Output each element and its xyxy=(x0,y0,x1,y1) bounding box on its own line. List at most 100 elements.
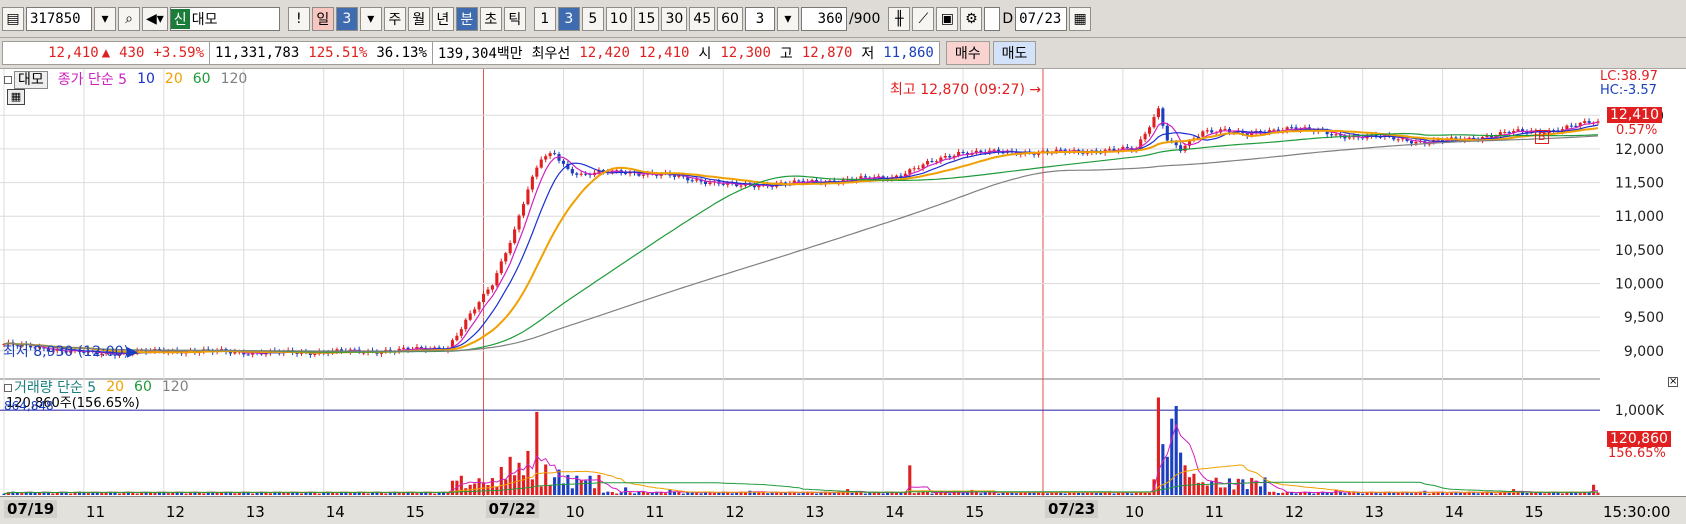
calendar-icon[interactable]: ▦ xyxy=(1069,6,1092,31)
interval-60-button[interactable]: 60 xyxy=(717,6,743,31)
period-year-button[interactable]: 년 xyxy=(431,6,454,31)
low-marker-label: 최저 8,930 (12:00)▶ xyxy=(3,344,138,360)
period-second-button[interactable]: 초 xyxy=(479,6,502,31)
volume-bar xyxy=(220,492,224,495)
period-dropdown-icon[interactable]: ▾ xyxy=(359,6,382,31)
candle xyxy=(499,261,503,274)
volume-bar xyxy=(415,493,419,495)
interval-1-button[interactable]: 1 xyxy=(533,6,556,31)
candle xyxy=(1272,129,1276,131)
candle-tool-icon[interactable]: ╫ xyxy=(888,6,911,31)
chart-svg[interactable]: 9,000 9,500 10,000 10,500 11,000 11,500 12,000… xyxy=(0,69,1686,496)
volume-bar xyxy=(202,493,206,495)
volume-panel-toggle-icon[interactable] xyxy=(4,384,12,392)
chart-area[interactable]: 9,000 9,500 10,000 10,500 11,000 11,500 12,000… xyxy=(0,69,1686,524)
volume-bar xyxy=(1143,492,1147,495)
stock-code-input[interactable]: 317850 xyxy=(26,6,92,31)
search-icon[interactable]: ⌕ xyxy=(118,6,140,31)
panel-toggle-icon[interactable] xyxy=(4,76,12,84)
volume-bar xyxy=(632,493,637,495)
hc-value: HC:-3.57 xyxy=(1600,83,1657,98)
candle xyxy=(570,168,574,174)
code-dropdown-icon[interactable]: ▾ xyxy=(94,6,116,31)
volume-bar xyxy=(548,485,552,495)
volume-bar xyxy=(797,493,801,495)
candle xyxy=(1587,121,1591,123)
volume-bar xyxy=(86,493,90,495)
current-volume-flag: 120,860 xyxy=(1607,431,1671,447)
x-tick-label: 12 xyxy=(725,503,745,521)
volume-bar xyxy=(82,492,86,495)
volume-bar xyxy=(1241,479,1245,495)
interval-5-button[interactable]: 5 xyxy=(581,6,604,31)
period-tick-button[interactable]: 틱 xyxy=(503,6,526,31)
volume-bar xyxy=(153,493,157,495)
save-icon[interactable]: ▣ xyxy=(936,6,959,31)
period-week-button[interactable]: 주 xyxy=(383,6,406,31)
interval-select[interactable]: 3 xyxy=(744,6,775,31)
open-price: 12,300 xyxy=(720,45,771,61)
sell-button[interactable]: 매도 xyxy=(992,41,1037,65)
stock-name-field[interactable]: 신 대모 xyxy=(169,6,280,31)
volume-bar xyxy=(1312,493,1316,495)
date-checkbox[interactable] xyxy=(984,6,1001,31)
candle xyxy=(402,347,406,349)
ma10-legend[interactable]: 10 xyxy=(137,71,155,87)
gear-icon[interactable]: ⚙ xyxy=(960,6,983,31)
volume-bar xyxy=(1232,489,1236,495)
detail-box: 139,304백만 최우선 12,420 12,410 시 12,300 고 1… xyxy=(432,41,940,65)
interval-15-button[interactable]: 15 xyxy=(633,6,660,31)
interval-10-button[interactable]: 10 xyxy=(605,6,632,31)
volume-bar xyxy=(628,492,632,495)
interval-3-button[interactable]: 3 xyxy=(557,6,580,31)
candle xyxy=(313,353,317,355)
alert-button[interactable]: ! xyxy=(287,6,310,31)
ma20-legend[interactable]: 20 xyxy=(165,71,183,87)
x-tick-label: 12 xyxy=(1284,503,1304,521)
volume-bar xyxy=(1028,492,1032,495)
close-panel-icon[interactable]: × xyxy=(1668,377,1678,387)
candle xyxy=(473,309,477,314)
volume-bar xyxy=(606,491,610,495)
date-input[interactable]: 07/23 xyxy=(1015,6,1068,31)
layout-icon[interactable]: ▤ xyxy=(2,6,24,31)
price-box: 12,410 ▲ 430 +3.59% xyxy=(2,41,210,65)
volume-bar xyxy=(1183,465,1187,495)
interval-30-button[interactable]: 30 xyxy=(661,6,688,31)
open-label: 시 xyxy=(698,46,712,62)
volume-bar xyxy=(1276,492,1280,495)
period-day-count[interactable]: 3 xyxy=(335,6,358,31)
period-month-button[interactable]: 월 xyxy=(407,6,430,31)
volume-bar xyxy=(1130,493,1134,495)
candle xyxy=(579,173,583,175)
date-checkbox-label: D xyxy=(1002,10,1014,27)
grid-icon[interactable]: ▦ xyxy=(7,89,25,105)
volume-bar xyxy=(1281,492,1285,495)
volume-bar xyxy=(1458,492,1462,495)
buy-button[interactable]: 매수 xyxy=(945,41,990,65)
volume-bar xyxy=(1259,486,1263,495)
ma60-legend[interactable]: 60 xyxy=(193,71,211,87)
volume-bar xyxy=(610,492,614,495)
draw-line-icon[interactable]: ⟋ xyxy=(912,6,935,31)
buy-signal-marker[interactable]: B xyxy=(1535,130,1549,144)
volume-bar xyxy=(402,493,406,495)
ma5-legend[interactable]: 종가 단순 5 xyxy=(58,69,127,89)
ma60-line xyxy=(3,132,1599,353)
candle xyxy=(246,354,250,356)
vol-ma120-legend[interactable]: 120 xyxy=(162,379,189,395)
interval-45-button[interactable]: 45 xyxy=(689,6,716,31)
period-day-button[interactable]: 일 xyxy=(311,6,334,31)
ma120-legend[interactable]: 120 xyxy=(221,71,248,87)
candle xyxy=(1507,132,1511,134)
volume-bar xyxy=(286,492,290,495)
interval-dropdown-icon[interactable]: ▾ xyxy=(776,6,799,31)
candle xyxy=(526,189,530,205)
volume-bar xyxy=(477,478,481,495)
sound-icon[interactable]: ◀▾ xyxy=(142,6,168,31)
stock-name: 대모 xyxy=(191,11,218,28)
volume-bar xyxy=(486,484,490,495)
period-minute-button[interactable]: 분 xyxy=(455,6,478,31)
bar-count-input[interactable]: 360 xyxy=(800,6,847,31)
x-tick-label: 11 xyxy=(645,503,665,521)
